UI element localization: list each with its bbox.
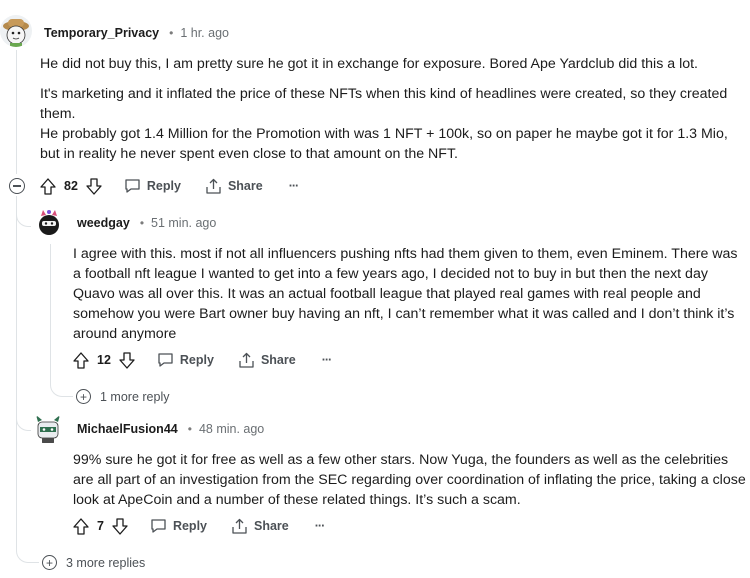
share-button[interactable]: Share: [231, 518, 289, 534]
timestamp[interactable]: 48 min. ago: [199, 422, 264, 436]
separator-dot: •: [169, 26, 174, 40]
more-replies-label: 3 more replies: [66, 555, 146, 570]
expand-plus-icon: +: [42, 555, 57, 570]
reply-button[interactable]: Reply: [150, 518, 207, 534]
thread-connector-reply-2: [16, 396, 31, 431]
expand-plus-icon: +: [76, 389, 91, 404]
share-icon: [206, 178, 221, 194]
thread-connector-reply-1: [16, 196, 31, 227]
share-icon: [232, 518, 247, 534]
vote-count: 7: [97, 519, 104, 533]
thread-line-root: [16, 196, 17, 546]
comment-paragraph: He probably got 1.4 Million for the Prom…: [40, 126, 728, 162]
comment-header: Temporary_Privacy • 1 hr. ago: [44, 26, 229, 40]
comment-header: MichaelFusion44 • 48 min. ago: [77, 422, 264, 436]
author-name[interactable]: weedgay: [77, 216, 130, 230]
thread-line-reply-1: [50, 244, 51, 384]
author-name[interactable]: MichaelFusion44: [77, 422, 178, 436]
comment-actions: 82 Reply Share ···: [40, 176, 299, 196]
more-options-button[interactable]: ···: [289, 179, 299, 193]
avatar[interactable]: [0, 15, 32, 47]
speech-bubble-icon: [125, 179, 140, 193]
upvote-button[interactable]: [40, 177, 56, 195]
vote-count: 12: [97, 353, 111, 367]
downvote-arrow-icon: [112, 517, 128, 535]
share-button[interactable]: Share: [205, 178, 263, 194]
timestamp[interactable]: 1 hr. ago: [180, 26, 229, 40]
more-replies-label: 1 more reply: [100, 389, 170, 404]
separator-dot: •: [187, 422, 192, 436]
reply-label: Reply: [172, 519, 207, 533]
share-label: Share: [260, 353, 296, 367]
comment-body: 99% sure he got it for free as well as a…: [73, 450, 748, 510]
author-name[interactable]: Temporary_Privacy: [44, 26, 159, 40]
upvote-button[interactable]: [73, 517, 89, 535]
share-button[interactable]: Share: [238, 352, 296, 368]
avatar[interactable]: [34, 206, 64, 238]
share-icon: [239, 352, 254, 368]
downvote-arrow-icon: [119, 351, 135, 369]
comment-paragraph: He did not buy this, I am pretty sure he…: [40, 56, 698, 72]
comment-header: weedgay • 51 min. ago: [77, 216, 216, 230]
more-replies-link[interactable]: + 3 more replies: [42, 555, 145, 570]
speech-bubble-icon: [158, 353, 173, 367]
downvote-arrow-icon: [86, 177, 102, 195]
upvote-arrow-icon: [73, 517, 89, 535]
downvote-button[interactable]: [86, 177, 102, 195]
share-label: Share: [227, 179, 263, 193]
downvote-button[interactable]: [119, 351, 135, 369]
comment-paragraph: 99% sure he got it for free as well as a…: [73, 452, 746, 508]
collapse-minus-icon: [13, 185, 21, 187]
collapse-thread-button[interactable]: [9, 178, 25, 194]
separator-dot: •: [139, 216, 145, 230]
comment-actions: 12 Reply Share ···: [73, 350, 332, 370]
comment-paragraph: It's marketing and it inflated the price…: [40, 86, 728, 122]
thread-connector-reply-1-more: [50, 376, 73, 397]
upvote-arrow-icon: [73, 351, 89, 369]
reply-button[interactable]: Reply: [157, 352, 214, 368]
timestamp[interactable]: 51 min. ago: [151, 216, 216, 230]
speech-bubble-icon: [151, 519, 166, 533]
comment-actions: 7 Reply Share ···: [73, 516, 325, 536]
avatar[interactable]: [32, 412, 64, 444]
share-label: Share: [254, 519, 289, 533]
comment-body: I agree with this. most if not all influ…: [73, 244, 743, 344]
downvote-button[interactable]: [112, 517, 128, 535]
more-replies-link[interactable]: + 1 more reply: [76, 389, 169, 404]
thread-line-main: [16, 50, 17, 174]
reply-button[interactable]: Reply: [124, 178, 181, 194]
upvote-button[interactable]: [73, 351, 89, 369]
more-options-button[interactable]: ···: [322, 353, 332, 367]
upvote-arrow-icon: [40, 177, 56, 195]
comment-paragraph: I agree with this. most if not all influ…: [73, 246, 738, 342]
reply-label: Reply: [179, 353, 214, 367]
comment-body: He did not buy this, I am pretty sure he…: [40, 54, 750, 164]
reply-label: Reply: [146, 179, 181, 193]
vote-count: 82: [64, 179, 78, 193]
thread-connector-more-replies: [16, 540, 39, 563]
more-options-button[interactable]: ···: [315, 519, 325, 533]
